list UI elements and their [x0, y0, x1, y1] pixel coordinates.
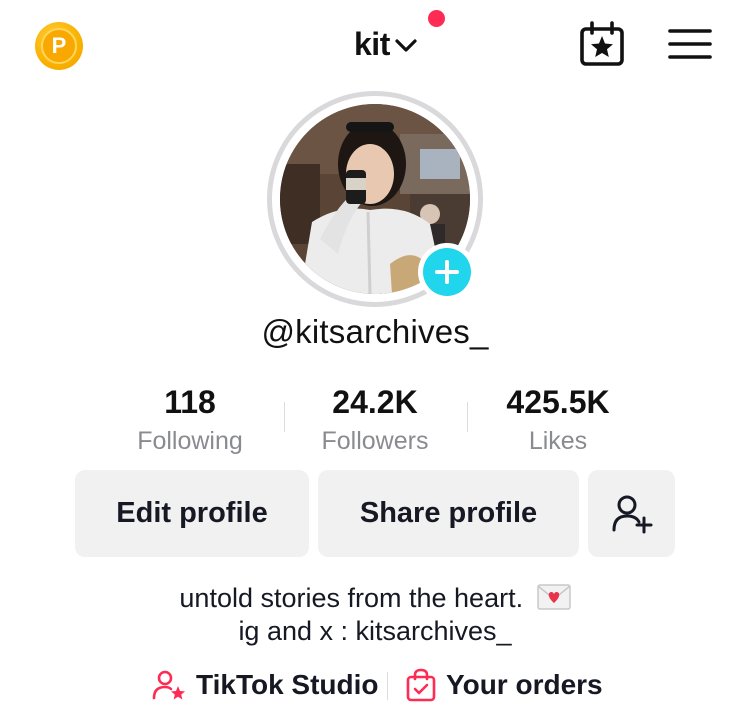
links-divider — [387, 672, 388, 700]
share-profile-button[interactable]: Share profile — [318, 470, 579, 557]
love-letter-icon — [536, 584, 571, 610]
stat-divider — [284, 402, 285, 432]
stat-followers[interactable]: 24.2K Followers — [295, 382, 455, 458]
bio-line-1: untold stories from the heart. — [0, 583, 750, 614]
followers-count: 24.2K — [332, 384, 418, 420]
coin-icon[interactable]: P — [35, 22, 83, 70]
account-switcher[interactable]: kit — [354, 22, 418, 66]
add-friend-icon — [612, 495, 652, 533]
creator-studio-icon — [152, 670, 185, 700]
chevron-down-icon — [395, 39, 417, 52]
hamburger-menu-icon[interactable] — [667, 24, 713, 64]
stat-following[interactable]: 118 Following — [110, 382, 270, 458]
coin-face: P — [41, 28, 77, 64]
shopping-bag-icon — [406, 668, 436, 702]
bio-text-1: untold stories from the heart. — [179, 583, 524, 613]
plus-icon — [435, 260, 459, 284]
likes-label: Likes — [528, 427, 588, 455]
add-friend-button[interactable] — [588, 470, 675, 557]
following-count: 118 — [164, 384, 216, 420]
calendar-star-icon[interactable] — [578, 20, 626, 68]
bio-line-2: ig and x : kitsarchives_ — [238, 616, 512, 646]
profile-handle: @kitsarchives_ — [261, 313, 489, 350]
likes-count: 425.5K — [506, 384, 610, 420]
edit-profile-button[interactable]: Edit profile — [75, 470, 309, 557]
your-orders-link[interactable]: Your orders — [406, 666, 603, 704]
tiktok-studio-link[interactable]: TikTok Studio — [152, 666, 379, 704]
stat-divider — [467, 402, 468, 432]
add-story-button[interactable] — [418, 243, 476, 301]
coin-letter: P — [51, 33, 67, 58]
account-title: kit — [354, 25, 390, 62]
notification-dot — [428, 10, 445, 27]
stat-likes[interactable]: 425.5K Likes — [478, 382, 638, 458]
tiktok-studio-label: TikTok Studio — [196, 669, 379, 700]
following-label: Following — [137, 427, 243, 455]
your-orders-label: Your orders — [446, 669, 603, 700]
followers-label: Followers — [321, 427, 429, 455]
add-story-circle — [423, 248, 471, 296]
